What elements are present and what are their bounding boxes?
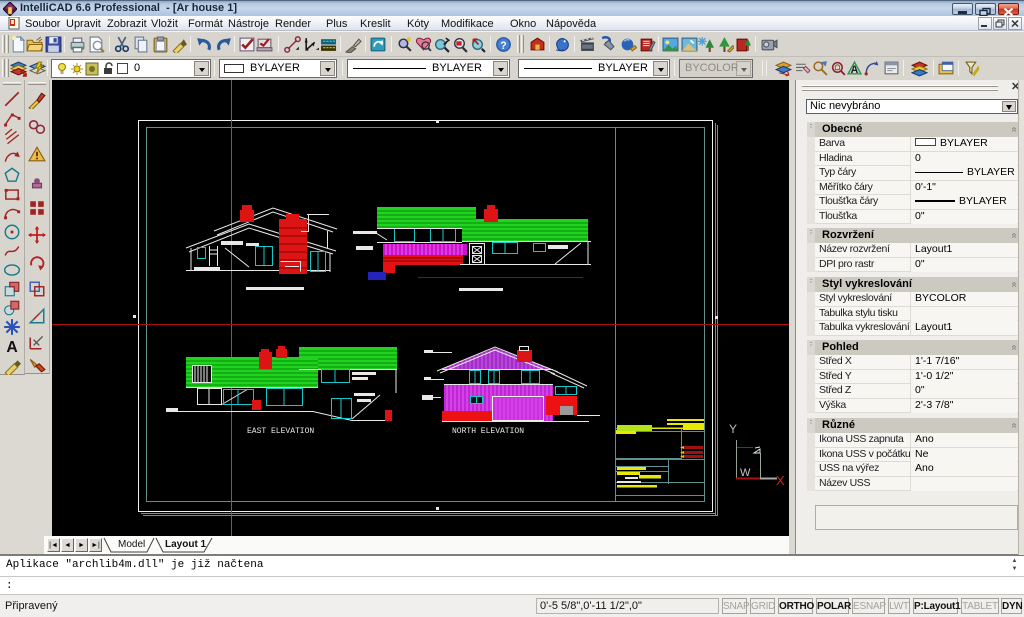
svg-text:EAST ELEVATION: EAST ELEVATION: [247, 427, 314, 436]
svg-text:A: A: [6, 339, 17, 355]
svg-text:A: A: [851, 64, 859, 76]
svg-text:W: W: [740, 467, 751, 479]
svg-text:?: ?: [500, 40, 506, 52]
svg-text:X: X: [776, 473, 785, 488]
svg-text:NORTH ELEVATION: NORTH ELEVATION: [452, 427, 524, 436]
svg-text:Y: Y: [729, 422, 737, 436]
